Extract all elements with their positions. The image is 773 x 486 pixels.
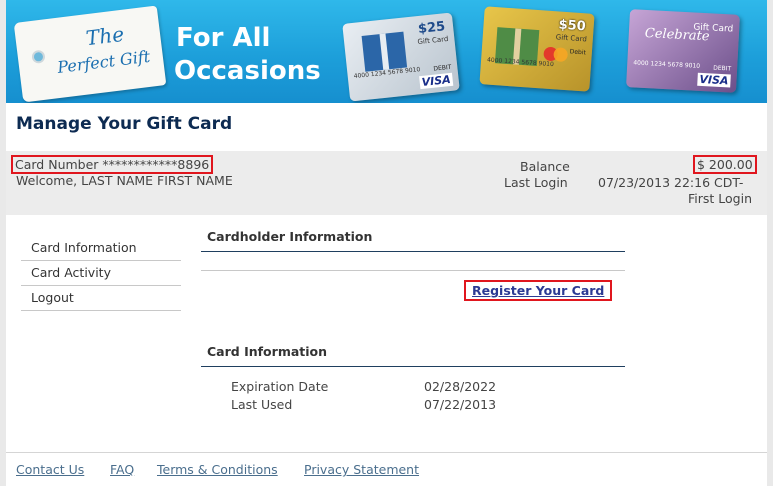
expiration-date-label: Expiration Date bbox=[231, 379, 329, 394]
gift-card-image-50: $50 Gift Card 4000 1234 5678 9010 Debit bbox=[479, 6, 595, 92]
card-number-label: Card Number bbox=[15, 157, 99, 172]
cardholder-information-heading: Cardholder Information bbox=[201, 227, 625, 252]
sidebar-item-label: Logout bbox=[31, 290, 74, 305]
slogan-line1: For All bbox=[176, 23, 271, 53]
sidebar-item-card-activity[interactable]: Card Activity bbox=[21, 261, 181, 286]
card-amount: $50 bbox=[558, 17, 587, 35]
perfect-gift-logo: The Perfect Gift bbox=[13, 5, 167, 103]
card-label: Gift Card bbox=[693, 22, 734, 35]
logo-text-line2: Perfect Gift bbox=[56, 46, 152, 78]
last-used-value: 07/22/2013 bbox=[424, 397, 497, 412]
gift-card-image-25: $25 Gift Card 4000 1234 5678 9010 DEBIT … bbox=[342, 12, 460, 102]
logo-text-line1: The bbox=[84, 21, 126, 51]
register-card-link[interactable]: Register Your Card bbox=[464, 280, 613, 301]
visa-logo: VISA bbox=[697, 72, 731, 88]
gift-box-icon bbox=[361, 31, 408, 72]
last-login-value: 07/23/2013 22:16 CDT- bbox=[598, 175, 744, 190]
account-summary: Card Number ************8896 Welcome, LA… bbox=[6, 151, 767, 215]
slogan-line2: Occasions bbox=[174, 56, 321, 86]
mastercard-logo-icon bbox=[543, 46, 570, 63]
card-amount: $25 bbox=[417, 19, 446, 38]
footer: Contact Us FAQ Terms & Conditions Privac… bbox=[6, 452, 767, 486]
card-type: DEBIT bbox=[433, 63, 452, 73]
section-heading-text: Card Information bbox=[207, 344, 328, 359]
footer-link-privacy[interactable]: Privacy Statement bbox=[304, 462, 419, 477]
card-number-field: Card Number ************8896 bbox=[10, 155, 214, 174]
footer-link-terms[interactable]: Terms & Conditions bbox=[157, 462, 278, 477]
header-banner: The Perfect Gift For All Occasions $25 G… bbox=[6, 0, 767, 103]
card-type: Debit bbox=[569, 48, 587, 57]
balance-value: $ 200.00 bbox=[693, 155, 757, 174]
sidebar-item-card-information[interactable]: Card Information bbox=[21, 236, 181, 261]
last-login-note: First Login bbox=[688, 191, 753, 206]
welcome-text: Welcome, LAST NAME FIRST NAME bbox=[16, 173, 233, 188]
card-information-heading: Card Information bbox=[201, 342, 625, 367]
divider bbox=[201, 270, 625, 271]
visa-logo: VISA bbox=[419, 72, 454, 90]
section-heading-text: Cardholder Information bbox=[207, 229, 373, 244]
banner-slogan: For All Occasions bbox=[174, 22, 321, 88]
card-type: DEBIT bbox=[712, 64, 732, 73]
gift-card-image-celebrate: Celebrate Gift Card 4000 1234 5678 9010 … bbox=[626, 9, 740, 93]
tag-hole-icon bbox=[31, 49, 46, 65]
last-login-label: Last Login bbox=[504, 175, 568, 190]
card-label: Gift Card bbox=[555, 33, 588, 44]
page-title: Manage Your Gift Card bbox=[16, 114, 233, 134]
page: The Perfect Gift For All Occasions $25 G… bbox=[6, 0, 767, 486]
sidebar-item-logout[interactable]: Logout bbox=[21, 286, 181, 311]
footer-link-faq[interactable]: FAQ bbox=[110, 462, 134, 477]
balance-label: Balance bbox=[520, 159, 570, 174]
card-number-print: 4000 1234 5678 9010 bbox=[633, 59, 701, 70]
footer-link-contact-us[interactable]: Contact Us bbox=[16, 462, 84, 477]
sidebar-item-label: Card Information bbox=[31, 240, 137, 255]
sidebar-item-label: Card Activity bbox=[31, 265, 111, 280]
card-number-value: ************8896 bbox=[102, 157, 210, 172]
title-bar: Manage Your Gift Card bbox=[6, 103, 767, 151]
expiration-date-value: 02/28/2022 bbox=[424, 379, 497, 394]
card-label: Gift Card bbox=[417, 34, 449, 47]
last-used-label: Last Used bbox=[231, 397, 293, 412]
